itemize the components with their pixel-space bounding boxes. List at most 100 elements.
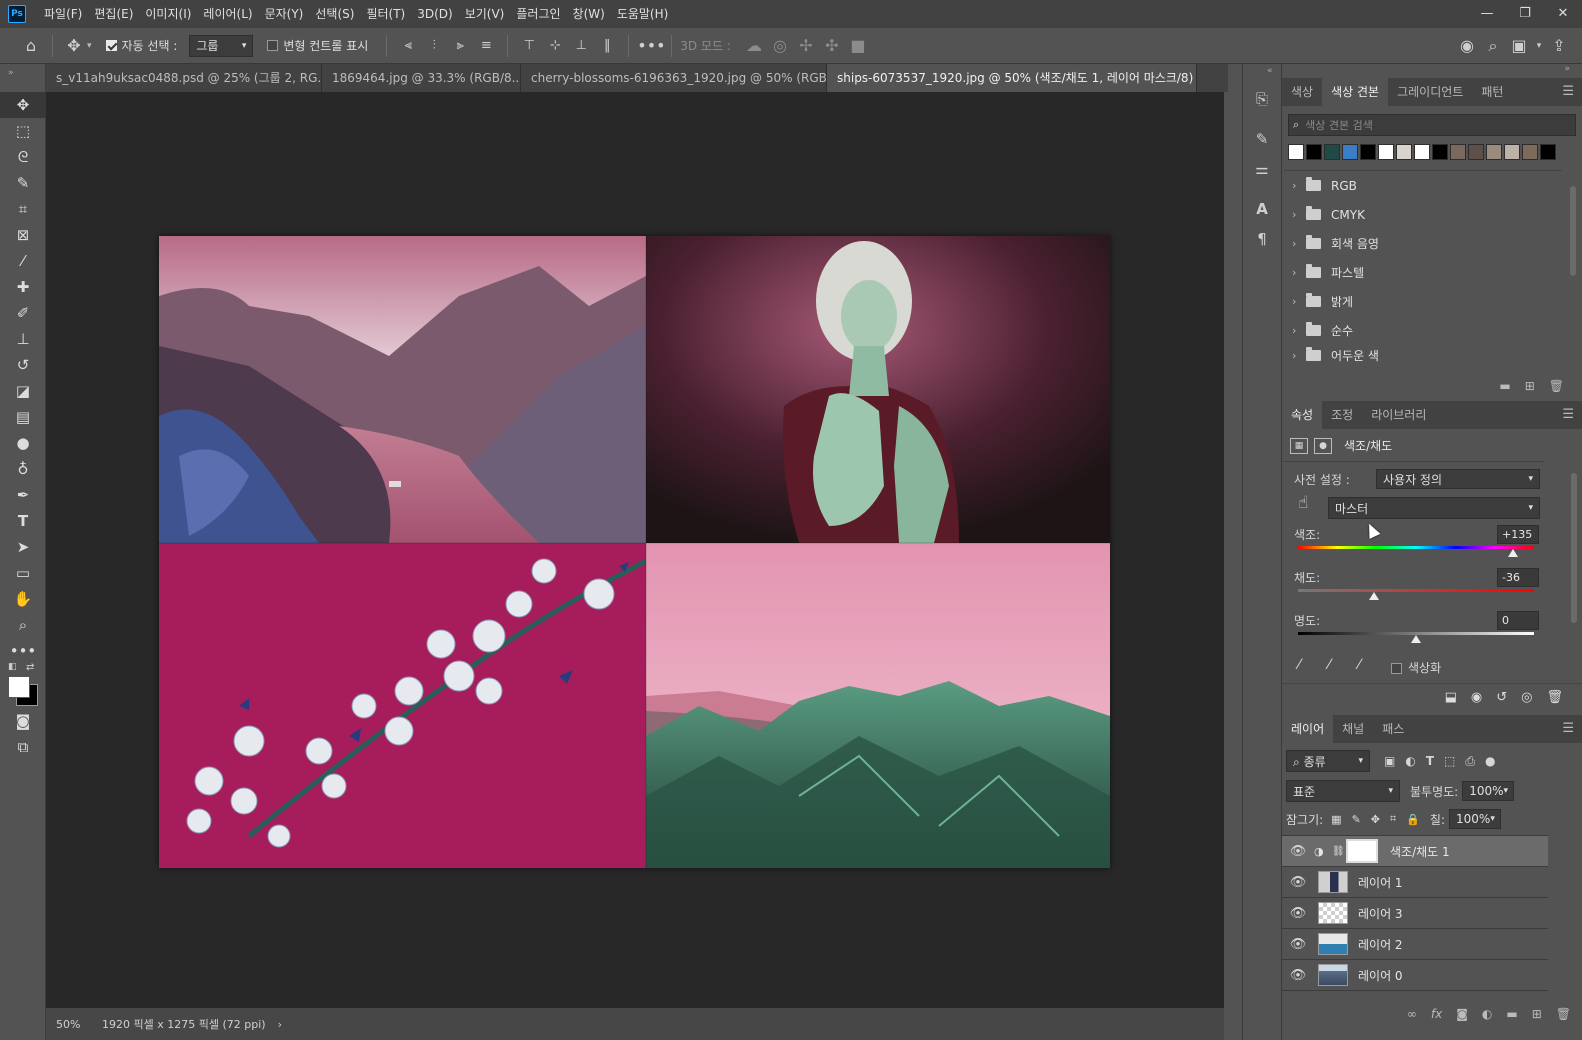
swatch-group-light[interactable]: › 밝게 — [1284, 287, 1562, 316]
menu-select[interactable]: 선택(S) — [309, 0, 360, 28]
delete-icon[interactable]: 🗑 — [1556, 1007, 1571, 1021]
new-swatch-icon[interactable]: ⊞ — [1525, 379, 1535, 393]
colorize-checkbox[interactable] — [1391, 663, 1402, 674]
color-swatch[interactable] — [1522, 144, 1538, 160]
tab-gradients[interactable]: 그레이디언트 — [1388, 78, 1472, 106]
layer-name[interactable]: 색조/채도 1 — [1390, 843, 1450, 860]
menu-layer[interactable]: 레이어(L) — [197, 0, 258, 28]
color-swatch[interactable] — [1396, 144, 1412, 160]
zoom-level[interactable]: 50% — [46, 1018, 96, 1031]
visibility-eye-icon[interactable]: 👁 — [1282, 937, 1314, 952]
menu-view[interactable]: 보기(V) — [459, 0, 511, 28]
clip-to-layer-icon[interactable]: ⬓ — [1445, 690, 1457, 705]
layer-row[interactable]: 👁 레이어 3 — [1282, 898, 1548, 929]
new-layer-icon[interactable]: ⊞ — [1532, 1007, 1542, 1021]
lock-transparent-icon[interactable]: ▦ — [1331, 813, 1341, 826]
color-swatch[interactable] — [1288, 144, 1304, 160]
status-arrow-icon[interactable]: › — [278, 1018, 282, 1031]
gradient-tool-icon[interactable]: ▤ — [0, 404, 46, 430]
menu-window[interactable]: 창(W) — [567, 0, 611, 28]
maximize-icon[interactable]: ❐ — [1506, 0, 1544, 28]
filter-shape-icon[interactable]: ⬚ — [1444, 754, 1455, 768]
align-middle-icon[interactable]: ⊹ — [542, 28, 568, 64]
mask-icon[interactable]: ● — [1314, 437, 1332, 454]
new-adjustment-icon[interactable]: ◐ — [1482, 1007, 1492, 1021]
panel-menu-icon[interactable]: ☰ — [1562, 721, 1574, 736]
adjustments-icon[interactable]: ⚌ — [1243, 154, 1281, 184]
menu-type[interactable]: 문자(Y) — [259, 0, 310, 28]
color-swatch[interactable] — [1360, 144, 1376, 160]
healing-brush-tool-icon[interactable]: ✚ — [0, 274, 46, 300]
learn-icon[interactable]: ◉ — [1454, 28, 1480, 64]
layer-name[interactable]: 레이어 0 — [1358, 967, 1403, 984]
brush-tool-icon[interactable]: ✐ — [0, 300, 46, 326]
type-tool-icon[interactable]: T — [0, 508, 46, 534]
pen-tool-icon[interactable]: ✒ — [0, 482, 46, 508]
filter-pixel-icon[interactable]: ▣ — [1384, 754, 1395, 768]
filter-adjustment-icon[interactable]: ◐ — [1405, 754, 1415, 768]
lock-all-icon[interactable]: 🔒 — [1406, 813, 1420, 826]
lightness-value-input[interactable]: 0 — [1497, 611, 1539, 630]
menu-3d[interactable]: 3D(D) — [411, 0, 458, 28]
new-group-icon[interactable]: ▬ — [1499, 379, 1510, 393]
layer-row[interactable]: 👁 레이어 1 — [1282, 867, 1548, 898]
delete-icon[interactable]: 🗑 — [1546, 690, 1563, 705]
zoom-tool-icon[interactable]: ⌕ — [0, 612, 46, 638]
hue-slider-track[interactable] — [1298, 546, 1534, 549]
color-swatch[interactable] — [1540, 144, 1556, 160]
swatch-group-rgb[interactable]: › RGB — [1284, 171, 1562, 200]
lasso-tool-icon[interactable]: ᘓ — [0, 144, 46, 170]
collapse-toolbar-icon[interactable]: » — [0, 64, 45, 92]
preset-dropdown[interactable]: 사용자 정의 ▾ — [1376, 469, 1540, 489]
auto-select-checkbox[interactable] — [105, 40, 117, 51]
align-top-icon[interactable]: ⊤ — [516, 28, 542, 64]
visibility-eye-icon[interactable]: 👁 — [1282, 844, 1314, 859]
color-swatch[interactable] — [1378, 144, 1394, 160]
blend-mode-dropdown[interactable]: 표준 ▾ — [1286, 780, 1400, 802]
color-swatch[interactable] — [1414, 144, 1430, 160]
eyedropper-plus-icon[interactable]: ⁄ — [1328, 657, 1330, 673]
share-icon[interactable]: ⇪ — [1546, 28, 1572, 64]
new-group-icon[interactable]: ▬ — [1506, 1007, 1517, 1021]
tab-adjustments[interactable]: 조정 — [1322, 401, 1362, 429]
align-left-icon[interactable]: ⫷ — [395, 28, 421, 64]
quick-select-tool-icon[interactable]: ✎ — [0, 170, 46, 196]
tab-libraries[interactable]: 라이브러리 — [1362, 401, 1435, 429]
marquee-tool-icon[interactable]: ⬚ — [0, 118, 46, 144]
add-mask-icon[interactable]: ◙ — [1456, 1007, 1468, 1021]
frame-tool-icon[interactable]: ⊠ — [0, 222, 46, 248]
swatch-group-pastel[interactable]: › 파스텔 — [1284, 258, 1562, 287]
workspace-chevron-icon[interactable]: ▾ — [1532, 28, 1546, 64]
swatch-group-cmyk[interactable]: › CMYK — [1284, 200, 1562, 229]
quick-mask-icon[interactable]: ◙ — [0, 708, 46, 734]
menu-edit[interactable]: 편집(E) — [88, 0, 139, 28]
tab-swatches[interactable]: 색상 견본 — [1322, 78, 1389, 106]
search-icon[interactable]: ⌕ — [1480, 28, 1506, 64]
eyedropper-minus-icon[interactable]: ⁄ — [1358, 657, 1360, 673]
path-select-tool-icon[interactable]: ➤ — [0, 534, 46, 560]
color-swatch[interactable] — [1324, 144, 1340, 160]
swatch-group-pure[interactable]: › 순수 — [1284, 316, 1562, 345]
rectangle-tool-icon[interactable]: ▭ — [0, 560, 46, 586]
visibility-eye-icon[interactable]: 👁 — [1282, 968, 1314, 983]
reset-icon[interactable]: ↺ — [1496, 690, 1507, 705]
saturation-slider-track[interactable] — [1298, 589, 1534, 592]
swap-colors-icon[interactable]: ⇄ — [26, 662, 34, 673]
color-swatch[interactable] — [1450, 144, 1466, 160]
tab-color[interactable]: 색상 — [1282, 78, 1322, 106]
align-bottom-icon[interactable]: ⊥ — [568, 28, 594, 64]
menu-filter[interactable]: 필터(T) — [360, 0, 411, 28]
lock-position-icon[interactable]: ✥ — [1371, 813, 1380, 826]
collapse-right-icon[interactable]: » — [1282, 64, 1582, 78]
swatch-group-dark[interactable]: › 어두운 색 — [1284, 345, 1562, 365]
lightness-slider-thumb[interactable] — [1411, 635, 1421, 643]
adjustment-layer-icon[interactable]: ▦ — [1290, 437, 1308, 454]
link-icon[interactable]: ⛓ — [1332, 846, 1346, 857]
transform-controls-checkbox[interactable] — [267, 40, 279, 51]
crop-tool-icon[interactable]: ⌗ — [0, 196, 46, 222]
menu-file[interactable]: 파일(F) — [38, 0, 88, 28]
auto-select-dropdown[interactable]: 그룹 ▾ — [189, 34, 254, 57]
visibility-eye-icon[interactable]: 👁 — [1282, 875, 1314, 890]
character-icon[interactable]: A — [1243, 194, 1281, 224]
blur-tool-icon[interactable]: ● — [0, 430, 46, 456]
